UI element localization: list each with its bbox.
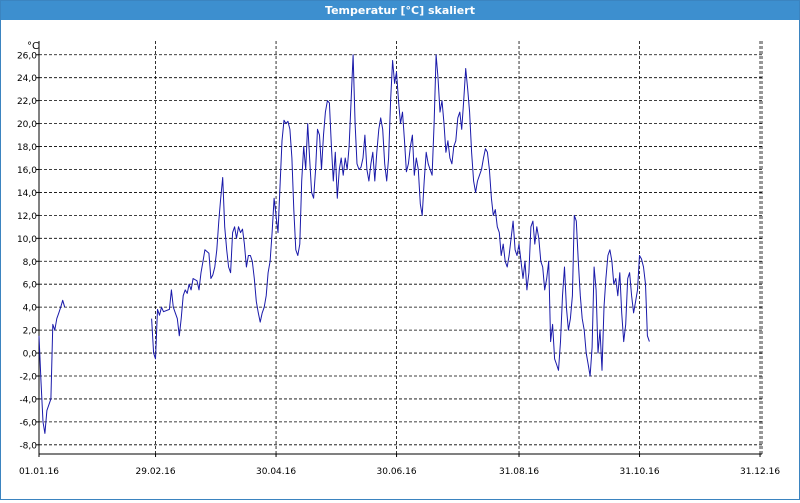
y-tick-label: 16,0 (17, 166, 37, 176)
window-title: Temperatur [°C] skaliert (1, 1, 799, 20)
y-tick-label: -6,0 (19, 418, 37, 428)
x-tick-label: 31.10.16 (619, 467, 659, 477)
y-tick-label: 20,0 (17, 120, 37, 130)
y-tick-label: 4,0 (23, 304, 38, 314)
y-tick-label: -2,0 (19, 372, 37, 382)
y-tick-label: 8,0 (23, 258, 38, 268)
y-tick-label: 2,0 (23, 327, 38, 337)
y-tick-label: -4,0 (19, 395, 37, 405)
y-tick-label: 0,0 (23, 350, 38, 360)
x-tick-label: 30.04.16 (256, 467, 296, 477)
x-tick-label: 30.06.16 (377, 467, 417, 477)
y-tick-label: 24,0 (17, 74, 37, 84)
y-tick-label: 14,0 (17, 189, 37, 199)
y-tick-label: 10,0 (17, 235, 37, 245)
x-tick-label: 29.02.16 (136, 467, 176, 477)
y-tick-label: 26,0 (17, 51, 37, 61)
y-tick-label: 12,0 (17, 212, 37, 222)
chart-area: °C -8,0 -6,0 -4,0 -2,0 0,0 2,0 4,0 6,0 8,0 10,0 12… (1, 21, 799, 499)
x-tick-label: 31.12.16 (740, 467, 780, 477)
y-tick-label: 18,0 (17, 143, 37, 153)
y-tick-label: 22,0 (17, 97, 37, 107)
chart-window: Temperatur [°C] skaliert °C -8,0 -6,0 -4,0… (0, 0, 800, 500)
x-tick-label: 31.08.16 (499, 467, 539, 477)
x-tick-label: 01.01.16 (19, 467, 59, 477)
x-tick-labels: 01.01.16 29.02.16 30.04.16 30.06.16 31.08.16… (19, 454, 780, 477)
y-tick-label: -8,0 (19, 441, 37, 451)
plot-area (39, 41, 762, 454)
y-tick-label: 6,0 (23, 281, 38, 291)
temperature-line-chart: °C -8,0-6,0-4,0-2,00,02,04,06,08,010,012… (17, 41, 780, 477)
y-tick-labels: -8,0 -6,0 -4,0 -2,0 0,0 2,0 4,0 6,0 8,0 10,0 12,0 1… (17, 51, 39, 451)
